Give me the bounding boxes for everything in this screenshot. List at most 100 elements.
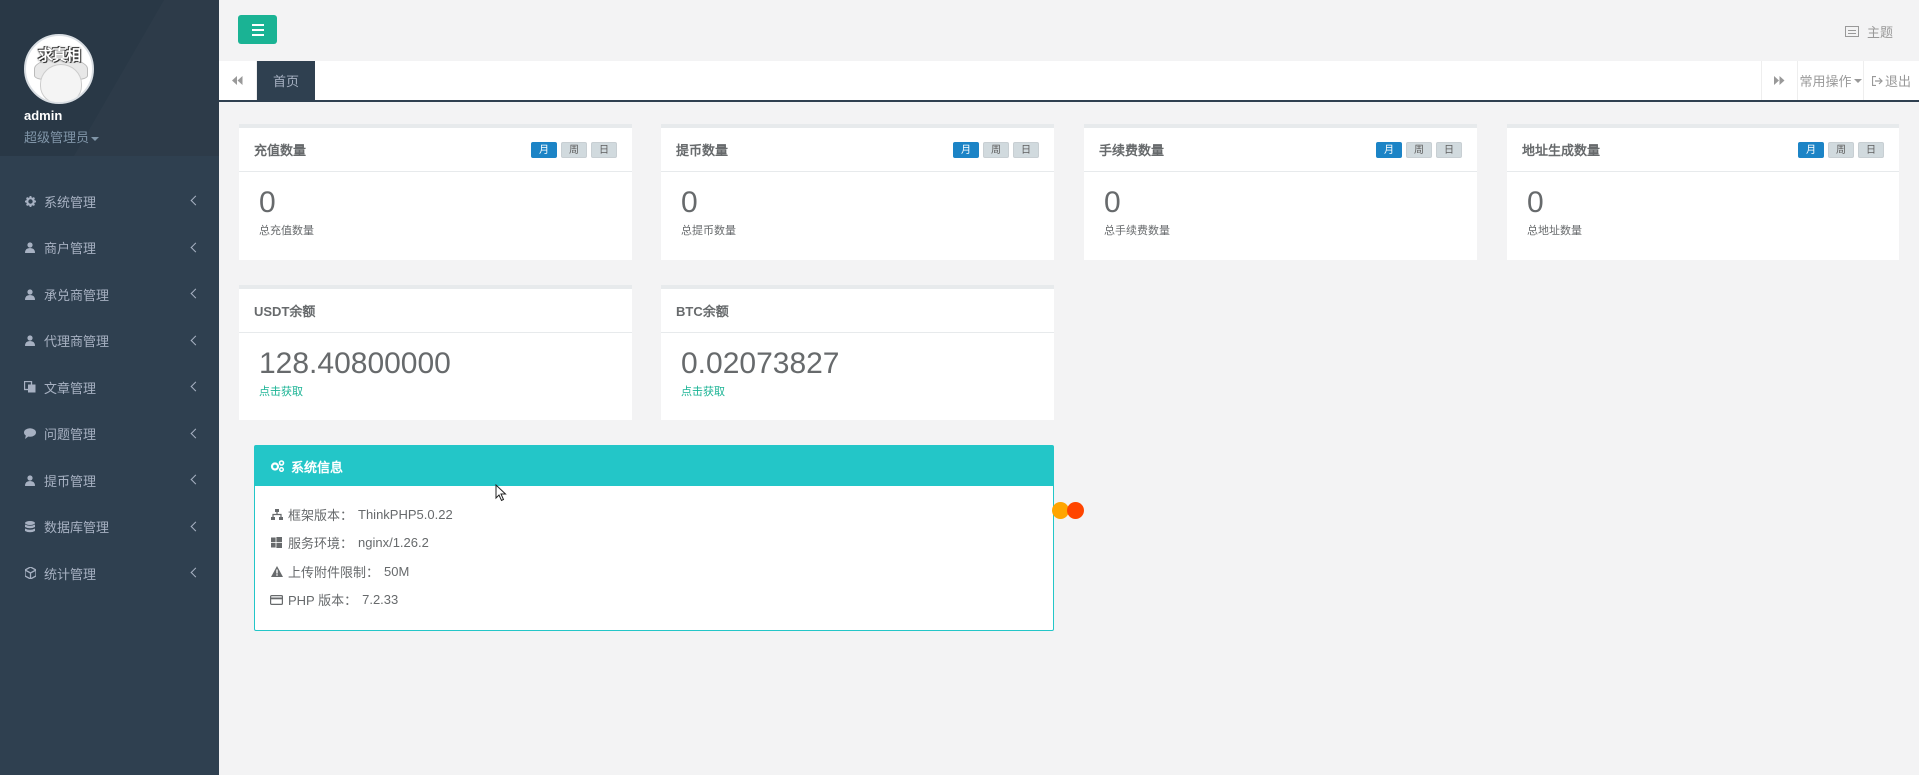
sidebar-item-merchant[interactable]: 商户管理: [0, 225, 219, 272]
sidebar-item-label: 商户管理: [44, 241, 97, 257]
user-icon: [24, 474, 36, 486]
chevron-left-icon: [190, 381, 201, 392]
role-dropdown[interactable]: 超级管理员: [24, 127, 100, 146]
theme-button[interactable]: 主题: [1844, 22, 1893, 41]
info-value: 7.2.33: [362, 592, 399, 608]
period-day-button[interactable]: 日: [591, 141, 617, 158]
period-day-button[interactable]: 日: [1858, 141, 1884, 158]
sidebar-item-label: 系统管理: [44, 194, 97, 210]
period-week-button[interactable]: 周: [561, 141, 587, 158]
card-title: USDT余额: [254, 304, 316, 319]
sidebar-item-database[interactable]: 数据库管理: [0, 504, 219, 551]
chevron-left-icon: [190, 288, 201, 299]
period-switch: 月 周 日: [1798, 141, 1884, 158]
period-day-button[interactable]: 日: [1013, 141, 1039, 158]
warning-icon: [270, 565, 283, 578]
sidebar-item-acceptor[interactable]: 承兑商管理: [0, 271, 219, 318]
chevron-left-icon: [190, 242, 201, 253]
windows-icon: [270, 536, 283, 549]
period-month-button[interactable]: 月: [953, 141, 979, 158]
card-subtitle: 总手续费数量: [1104, 225, 1170, 237]
period-week-button[interactable]: 周: [1828, 141, 1854, 158]
floating-dots: [1052, 502, 1084, 519]
menu-toggle-button[interactable]: [238, 15, 277, 44]
mouse-cursor-icon: [495, 484, 507, 502]
sidebar-nav: 系统管理 商户管理 承兑商管理 代理商管理 文章管理 问题管理 提币管理 数据库…: [0, 178, 219, 597]
backward-icon: [232, 76, 243, 85]
username: admin: [24, 108, 63, 123]
card-title: 地址生成数量: [1522, 143, 1601, 158]
info-label: 上传附件限制：: [288, 564, 380, 580]
sidebar-item-label: 代理商管理: [44, 334, 110, 350]
fetch-link[interactable]: 点击获取: [681, 383, 1034, 399]
system-info-panel: 系统信息 框架版本： ThinkPHP5.0.22 服务环境： nginx/1.26…: [254, 445, 1054, 631]
card-value: 0: [1527, 186, 1544, 219]
sidebar-item-agent[interactable]: 代理商管理: [0, 318, 219, 365]
period-week-button[interactable]: 周: [983, 141, 1009, 158]
period-week-button[interactable]: 周: [1406, 141, 1432, 158]
card-value: 0: [681, 186, 698, 219]
card-title: 充值数量: [254, 143, 307, 158]
user-icon: [24, 242, 36, 254]
period-month-button[interactable]: 月: [531, 141, 557, 158]
info-value: ThinkPHP5.0.22: [358, 506, 453, 522]
role-label: 超级管理员: [24, 130, 90, 145]
top-navbar: 主题: [219, 0, 1919, 61]
card-subtitle: 总地址数量: [1527, 225, 1582, 237]
info-label: 框架版本：: [288, 507, 354, 523]
sidebar-item-statistics[interactable]: 统计管理: [0, 550, 219, 597]
balance-card-usdt: USDT余额 128.40800000 点击获取: [239, 285, 632, 420]
period-switch: 月 周 日: [1376, 141, 1462, 158]
info-row-framework: 框架版本： ThinkPHP5.0.22: [270, 500, 1038, 529]
tab-scroll-left-button[interactable]: [219, 61, 257, 100]
sidebar-item-label: 统计管理: [44, 566, 97, 582]
period-day-button[interactable]: 日: [1436, 141, 1462, 158]
fetch-link[interactable]: 点击获取: [259, 383, 612, 399]
sitemap-icon: [270, 508, 283, 521]
tab-home[interactable]: 首页: [257, 61, 315, 100]
chevron-left-icon: [190, 335, 201, 346]
database-icon: [24, 520, 36, 533]
sidebar-item-article[interactable]: 文章管理: [0, 364, 219, 411]
panel-title: 系统信息: [291, 459, 344, 475]
sidebar: 求真相 admin 超级管理员 系统管理 商户管理 承兑商管理 代理商管理 文章…: [0, 0, 219, 775]
tasks-icon: [1844, 26, 1859, 37]
period-month-button[interactable]: 月: [1798, 141, 1824, 158]
avatar[interactable]: 求真相: [24, 34, 94, 104]
stat-card-recharge: 充值数量 月 周 日 0 总充值数量: [239, 124, 632, 260]
info-value: 50M: [384, 563, 410, 579]
card-subtitle: 总充值数量: [259, 225, 314, 237]
sidebar-item-withdraw[interactable]: 提币管理: [0, 457, 219, 504]
avatar-text: 求真相: [37, 47, 81, 64]
period-switch: 月 周 日: [953, 141, 1039, 158]
forward-icon: [1774, 76, 1785, 85]
content-tabs: 首页 常用操作 退出: [219, 61, 1919, 102]
info-row-server: 服务环境： nginx/1.26.2: [270, 529, 1038, 558]
exit-button[interactable]: 退出: [1863, 61, 1919, 100]
stat-card-withdraw: 提币数量 月 周 日 0 总提币数量: [661, 124, 1054, 260]
card-value: 128.40800000: [259, 347, 451, 380]
chevron-left-icon: [190, 474, 201, 485]
tab-scroll-right-button[interactable]: [1761, 61, 1797, 100]
sidebar-item-system[interactable]: 系统管理: [0, 178, 219, 225]
common-operations-dropdown[interactable]: 常用操作: [1797, 61, 1863, 100]
card-value: 0: [259, 186, 276, 219]
common-operations-label: 常用操作: [1799, 74, 1852, 89]
caret-down-icon: [91, 136, 100, 141]
gear-icon: [24, 195, 36, 207]
sidebar-item-label: 数据库管理: [44, 520, 110, 536]
chevron-left-icon: [190, 428, 201, 439]
sidebar-item-question[interactable]: 问题管理: [0, 411, 219, 458]
info-row-php: PHP 版本： 7.2.33: [270, 586, 1038, 615]
info-value: nginx/1.26.2: [358, 535, 429, 551]
balance-card-btc: BTC余额 0.02073827 点击获取: [661, 285, 1054, 420]
sidebar-item-label: 承兑商管理: [44, 287, 110, 303]
period-month-button[interactable]: 月: [1376, 141, 1402, 158]
profile-area: 求真相 admin 超级管理员: [0, 0, 219, 156]
stat-card-address: 地址生成数量 月 周 日 0 总地址数量: [1507, 124, 1899, 260]
sign-out-icon: [1871, 75, 1883, 86]
stat-card-fee: 手续费数量 月 周 日 0 总手续费数量: [1084, 124, 1477, 260]
exit-label: 退出: [1884, 74, 1911, 89]
hamburger-icon: [251, 23, 264, 26]
red-dot: [1067, 502, 1084, 519]
